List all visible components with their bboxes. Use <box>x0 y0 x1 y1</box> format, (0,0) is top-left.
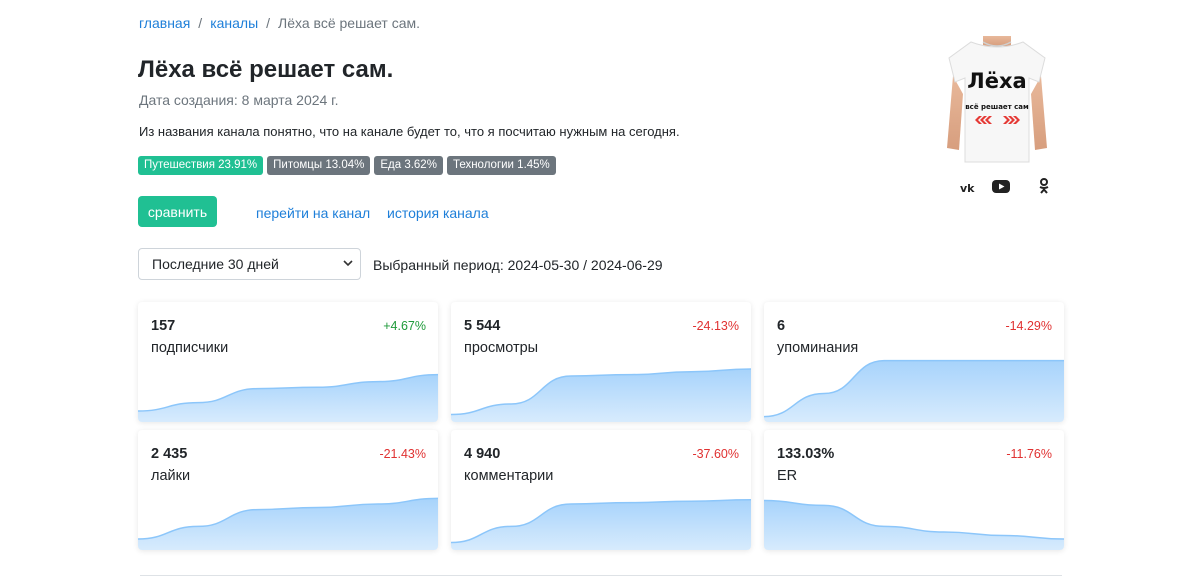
metric-card: 2 435 лайки -21.43% <box>138 430 438 550</box>
period-select[interactable]: Последние 30 дней <box>138 248 361 280</box>
channel-avatar: Лёха всё решает сам <box>943 36 1051 164</box>
category-tags: Путешествия 23.91% Питомцы 13.04% Еда 3.62… <box>138 156 556 175</box>
odnoklassniki-icon[interactable] <box>1038 178 1050 199</box>
breadcrumb-channels-link[interactable]: каналы <box>210 15 258 31</box>
metric-sparkline <box>764 499 1064 550</box>
sparkline-area <box>764 360 1064 422</box>
breadcrumb-home-link[interactable]: главная <box>139 15 190 31</box>
sparkline-area <box>451 499 751 550</box>
avatar-text-sub: всё решает сам <box>965 103 1029 111</box>
metric-sparkline <box>138 497 438 550</box>
category-tag: Еда 3.62% <box>374 156 443 175</box>
breadcrumb-separator: / <box>198 15 203 31</box>
metric-card: 4 940 комментарии -37.60% <box>451 430 751 550</box>
metric-sparkline <box>451 499 751 550</box>
channel-description: Из названия канала понятно, что на канал… <box>139 124 680 139</box>
metric-value: 6 <box>777 318 786 334</box>
period-select-value: Последние 30 дней <box>152 256 279 272</box>
metric-card: 6 упоминания -14.29% <box>764 302 1064 422</box>
social-links: vk <box>960 178 1050 199</box>
chevron-down-icon <box>342 249 354 291</box>
selected-period: Выбранный период: 2024-05-30 / 2024-06-2… <box>373 257 663 273</box>
compare-button[interactable]: сравнить <box>138 196 217 227</box>
category-tag: Путешествия 23.91% <box>138 156 264 175</box>
sparkline-area <box>764 500 1064 550</box>
svg-text:vk: vk <box>960 182 975 193</box>
category-tag: Технологии 1.45% <box>446 156 556 175</box>
goto-channel-link[interactable]: перейти на канал <box>256 205 370 221</box>
metric-change: -21.43% <box>379 447 426 461</box>
youtube-icon[interactable] <box>992 179 1010 198</box>
metric-sparkline <box>451 368 751 422</box>
metric-change: -37.60% <box>692 447 739 461</box>
vk-icon[interactable]: vk <box>960 180 978 198</box>
metric-value: 133.03% <box>777 446 835 462</box>
metric-card: 133.03% ER -11.76% <box>764 430 1064 550</box>
metric-value: 157 <box>151 318 176 334</box>
page-title: Лёха всё решает сам. <box>138 56 394 83</box>
metric-change: -24.13% <box>692 319 739 333</box>
breadcrumb-separator: / <box>266 15 271 31</box>
section-divider <box>140 575 1062 576</box>
channel-created-date: Дата создания: 8 марта 2024 г. <box>139 92 339 108</box>
channel-history-link[interactable]: история канала <box>387 205 489 221</box>
metric-card: 157 подписчики +4.67% <box>138 302 438 422</box>
breadcrumb: главная / каналы / Лёха всё решает сам. <box>139 15 420 31</box>
metric-change: +4.67% <box>383 319 426 333</box>
breadcrumb-current: Лёха всё решает сам. <box>278 15 421 31</box>
sparkline-area <box>138 498 438 550</box>
metric-change: -14.29% <box>1005 319 1052 333</box>
sparkline-area <box>138 374 438 422</box>
category-tag: Питомцы 13.04% <box>267 156 371 175</box>
metric-value: 2 435 <box>151 446 188 462</box>
metric-change: -11.76% <box>1006 447 1052 461</box>
metric-sparkline <box>764 359 1064 422</box>
metric-sparkline <box>138 373 438 422</box>
avatar-text-main: Лёха <box>967 69 1026 93</box>
metric-value: 5 544 <box>464 318 501 334</box>
metric-value: 4 940 <box>464 446 501 462</box>
sparkline-area <box>451 369 751 422</box>
metric-card: 5 544 просмотры -24.13% <box>451 302 751 422</box>
